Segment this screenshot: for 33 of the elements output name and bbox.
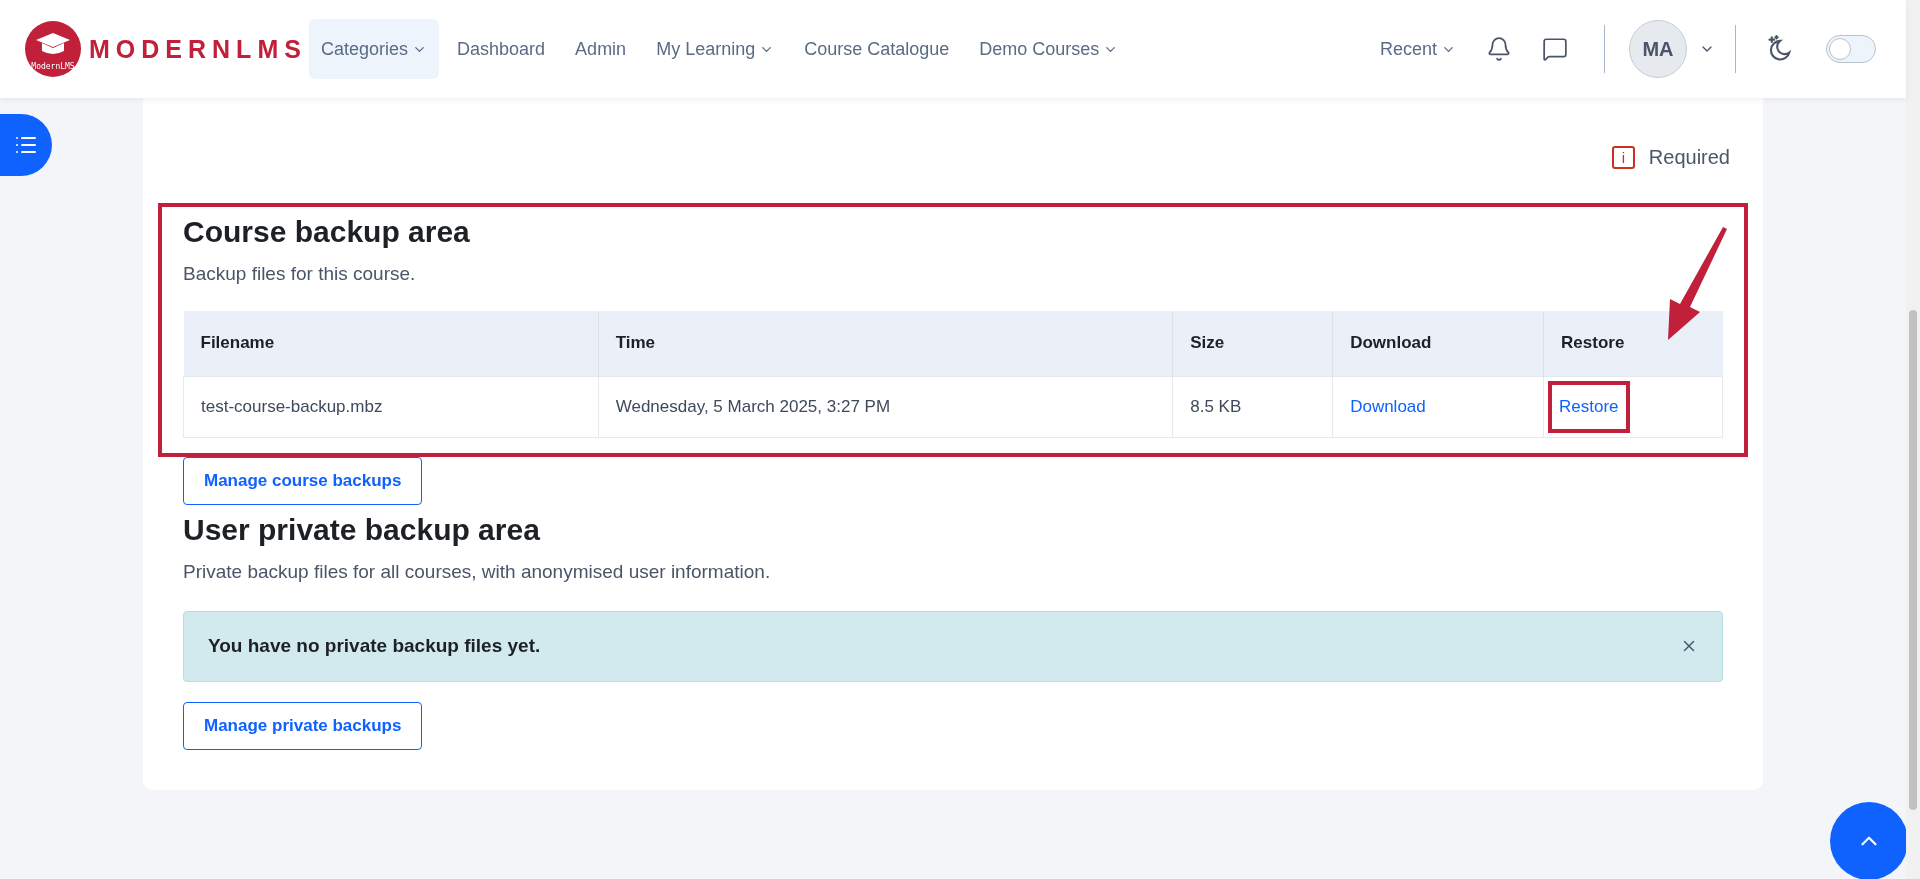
column-header: Download — [1332, 311, 1544, 376]
column-header: Filename — [183, 311, 599, 376]
logo-badge-text: ModernLMS — [31, 63, 75, 71]
dark-mode-toggle[interactable] — [1826, 35, 1876, 63]
user-avatar[interactable]: MA — [1629, 20, 1687, 78]
section-heading: Course backup area — [183, 215, 471, 249]
nav-link[interactable]: Course Catalogue — [792, 19, 962, 79]
column-header: Time — [598, 311, 1173, 376]
nav-link[interactable]: Admin — [563, 19, 639, 79]
manage-course-backups-button[interactable]: Manage course backups — [183, 456, 423, 505]
filename-text: test-course-backup.mbz — [201, 396, 383, 416]
required-label: Required — [1648, 146, 1730, 169]
section-heading: User private backup area — [183, 512, 541, 547]
download-link[interactable]: Download — [1350, 396, 1426, 416]
nav-link[interactable]: Demo Courses — [967, 19, 1131, 79]
required-icon: i — [1611, 146, 1635, 169]
moon-stars-icon[interactable] — [1766, 35, 1794, 63]
size-text: 8.5 KB — [1190, 396, 1242, 416]
nav-link[interactable]: Categories — [309, 19, 440, 79]
recent-menu[interactable]: Recent — [1379, 38, 1456, 60]
nav-link[interactable]: My Learning — [644, 19, 787, 79]
scrollbar-thumb[interactable] — [1909, 310, 1917, 810]
section-description: Private backup files for all courses, with anonymised user information. — [183, 560, 772, 583]
manage-private-backups-button[interactable]: Manage private backups — [183, 701, 423, 750]
logo-wordmark: MODERNLMS — [89, 34, 307, 64]
restore-link[interactable]: Restore — [1559, 396, 1619, 416]
menu-icon[interactable] — [0, 114, 52, 176]
time-text: Wednesday, 5 March 2025, 3:27 PM — [615, 396, 891, 416]
alert-message: You have no private backup files yet. — [208, 635, 541, 657]
nav-link[interactable]: Dashboard — [445, 19, 558, 79]
section-description: Backup files for this course. — [183, 263, 417, 285]
column-header: Restore — [1543, 311, 1723, 376]
column-header: Size — [1172, 311, 1333, 376]
